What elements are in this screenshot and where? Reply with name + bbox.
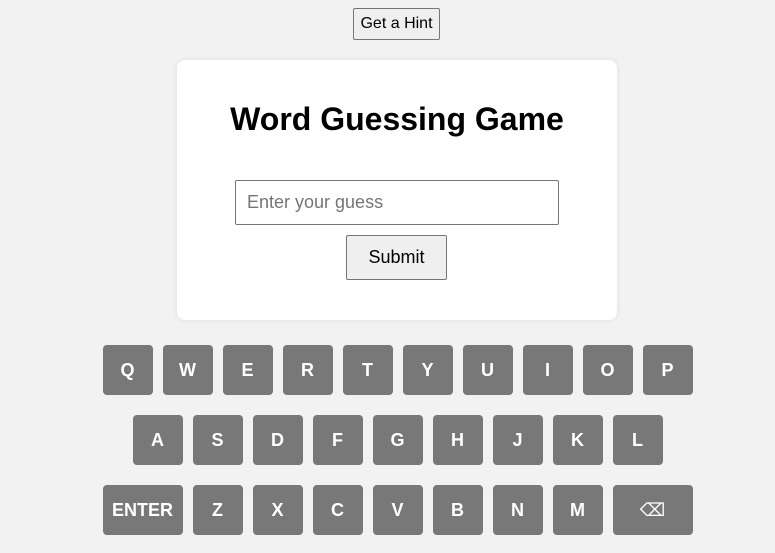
key-l[interactable]: L [612, 415, 663, 465]
game-card: Word Guessing Game Submit [177, 60, 617, 320]
key-p[interactable]: P [642, 345, 693, 395]
key-q[interactable]: Q [102, 345, 153, 395]
key-b[interactable]: B [432, 485, 483, 535]
key-o[interactable]: O [582, 345, 633, 395]
keyboard-row-1: Q W E R T Y U I O P [10, 345, 775, 395]
game-title: Word Guessing Game [230, 101, 564, 137]
key-f[interactable]: F [312, 415, 363, 465]
key-x[interactable]: X [252, 485, 303, 535]
key-n[interactable]: N [492, 485, 543, 535]
key-j[interactable]: J [492, 415, 543, 465]
key-k[interactable]: K [552, 415, 603, 465]
key-g[interactable]: G [372, 415, 423, 465]
key-w[interactable]: W [162, 345, 213, 395]
key-z[interactable]: Z [192, 485, 243, 535]
key-enter[interactable]: ENTER [102, 485, 183, 535]
keyboard-row-3: ENTER Z X C V B N M ⌫ [10, 485, 775, 535]
game-page: Get a Hint Word Guessing Game Submit Q W… [0, 0, 775, 553]
keyboard-row-2: A S D F G H J K L [10, 415, 775, 465]
key-y[interactable]: Y [402, 345, 453, 395]
key-t[interactable]: T [342, 345, 393, 395]
key-r[interactable]: R [282, 345, 333, 395]
key-v[interactable]: V [372, 485, 423, 535]
key-c[interactable]: C [312, 485, 363, 535]
key-u[interactable]: U [462, 345, 513, 395]
key-e[interactable]: E [222, 345, 273, 395]
key-i[interactable]: I [522, 345, 573, 395]
key-h[interactable]: H [432, 415, 483, 465]
guess-input[interactable] [235, 180, 559, 225]
key-m[interactable]: M [552, 485, 603, 535]
key-s[interactable]: S [192, 415, 243, 465]
submit-button[interactable]: Submit [346, 235, 447, 280]
key-a[interactable]: A [132, 415, 183, 465]
key-backspace-icon[interactable]: ⌫ [612, 485, 693, 535]
key-d[interactable]: D [252, 415, 303, 465]
get-hint-button[interactable]: Get a Hint [353, 8, 440, 40]
